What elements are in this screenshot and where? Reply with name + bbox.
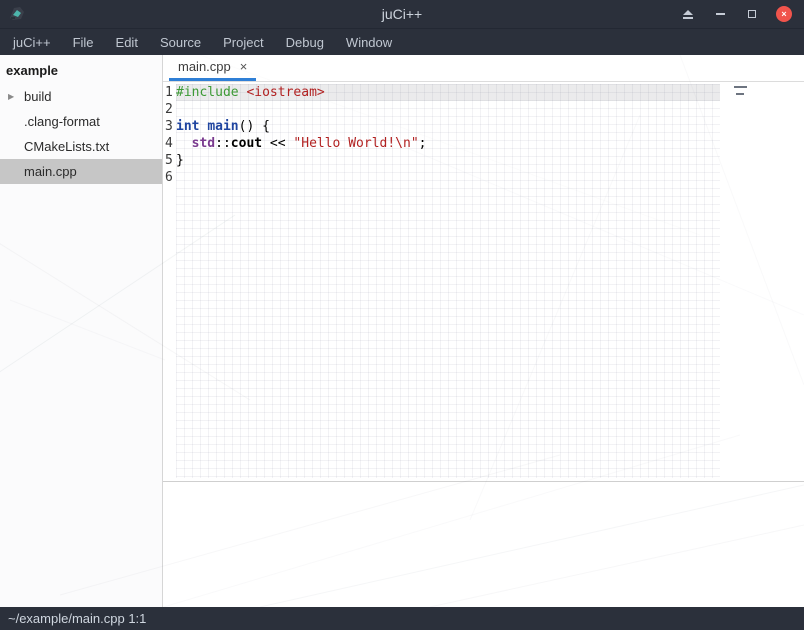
tree-item-label: .clang-format [24,114,100,129]
code-token: ; [419,136,427,151]
eject-icon[interactable] [680,6,696,22]
menu-item-debug[interactable]: Debug [275,29,335,56]
code-token: cout [231,136,262,151]
app-window: juCi++ × juCi++FileEditSourceProjectDebu… [0,0,804,630]
code-line-2: 2 [163,101,804,118]
tab-label: main.cpp [178,59,231,74]
close-button[interactable]: × [776,6,792,22]
code-text: #include <iostream> [176,84,720,101]
code-text [176,101,720,118]
menu-item-juci[interactable]: juCi++ [2,29,62,56]
code-token: () { [239,119,270,134]
window-controls: × [680,6,804,22]
tabbar: main.cpp × [163,55,804,82]
minimize-button[interactable] [712,6,728,22]
code-lines: 1#include <iostream>23int main() {4 std:… [163,82,804,186]
restore-button[interactable] [744,6,760,22]
code-token: main [207,119,238,134]
titlebar: juCi++ × [0,0,804,28]
code-line-4: 4 std::cout << "Hello World!\n"; [163,135,804,152]
code-line-5: 5} [163,152,804,169]
code-line-3: 3int main() { [163,118,804,135]
tree-item-label: main.cpp [24,164,77,179]
file-tree-panel: example ▶ build .clang-format CMakeLists.tx… [0,55,163,607]
code-token: } [176,153,184,168]
menu-item-source[interactable]: Source [149,29,212,56]
expander-icon[interactable]: ▶ [8,84,14,109]
code-token: std [192,136,215,151]
code-line-6: 6 [163,169,804,186]
menu-item-edit[interactable]: Edit [105,29,149,56]
file-tree: ▶ build .clang-format CMakeLists.txt main.cp… [0,84,162,184]
code-text: } [176,152,720,169]
line-number: 6 [163,169,176,186]
tree-item-label: build [24,89,51,104]
menubar: juCi++FileEditSourceProjectDebugWindow [0,28,804,55]
code-text: std::cout << "Hello World!\n"; [176,135,720,152]
line-number: 2 [163,101,176,118]
menu-item-file[interactable]: File [62,29,105,56]
statusbar: ~/example/main.cpp 1:1 [0,607,804,630]
code-token: int [176,119,199,134]
tab-main-cpp[interactable]: main.cpp × [169,55,256,81]
tree-item-label: CMakeLists.txt [24,139,109,154]
code-token: #include [176,85,239,100]
scrollbar-overview [734,86,747,100]
code-text: int main() { [176,118,720,135]
tree-item-main-cpp[interactable]: main.cpp [0,159,162,184]
line-number: 5 [163,152,176,169]
tab-close-icon[interactable]: × [240,60,248,73]
content-area: example ▶ build .clang-format CMakeLists.tx… [0,55,804,607]
line-number: 3 [163,118,176,135]
code-token: :: [215,136,231,151]
code-token [176,136,192,151]
menu-item-window[interactable]: Window [335,29,403,56]
code-token: <iostream> [246,85,324,100]
info-panel [163,481,804,607]
editor[interactable]: 1#include <iostream>23int main() {4 std:… [163,82,804,481]
main-panel: main.cpp× 1#include <iostream>23int main… [163,55,804,607]
tree-item-clang-format[interactable]: .clang-format [0,109,162,134]
code-text [176,169,720,186]
menu-item-project[interactable]: Project [212,29,274,56]
code-line-1: 1#include <iostream> [163,84,804,101]
code-token: << [262,136,293,151]
line-number: 1 [163,84,176,101]
project-name: example [0,55,162,84]
tree-item-cmakelists-txt[interactable]: CMakeLists.txt [0,134,162,159]
code-token: "Hello World!\n" [293,136,418,151]
eject-glyph [683,10,693,19]
status-file-position: ~/example/main.cpp 1:1 [8,611,146,626]
line-number: 4 [163,135,176,152]
tree-item-build[interactable]: ▶ build [0,84,162,109]
